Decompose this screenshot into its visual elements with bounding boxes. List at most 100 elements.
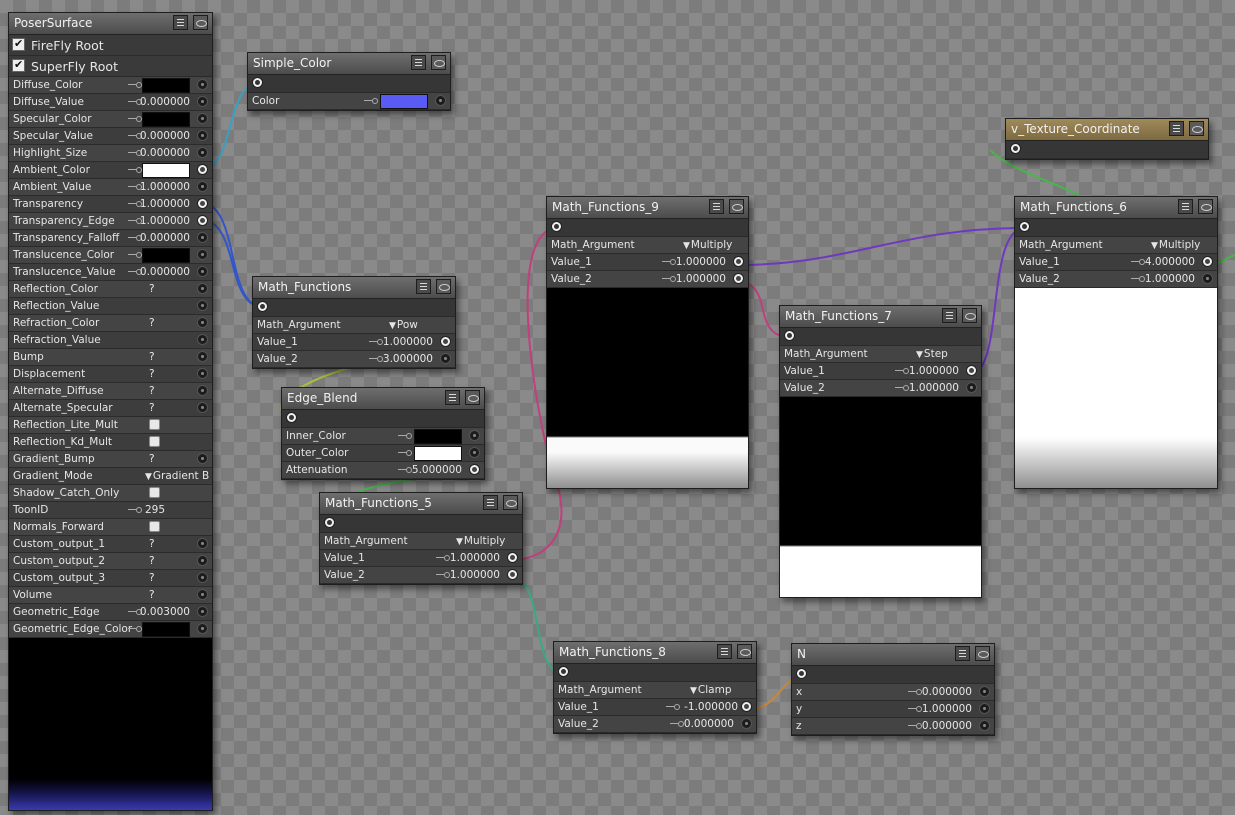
- surface-param-row[interactable]: Geometric_Edge_Color: [9, 621, 212, 638]
- surface-param-row[interactable]: Normals_Forward: [9, 519, 212, 536]
- key-icon[interactable]: [1131, 276, 1145, 282]
- output-socket-icon[interactable]: [1010, 143, 1021, 154]
- param-value[interactable]: 0.000000: [922, 720, 972, 732]
- input-socket-icon[interactable]: [435, 95, 446, 106]
- math-argument-dropdown[interactable]: Multiply: [1151, 239, 1200, 251]
- v-texture-coordinate-node[interactable]: v_Texture_Coordinate: [1005, 118, 1209, 160]
- param-row[interactable]: Inner_Color: [282, 428, 484, 445]
- preview-toggle-icon[interactable]: [1198, 199, 1213, 214]
- input-socket-icon[interactable]: [197, 402, 208, 413]
- color-swatch[interactable]: [142, 163, 190, 178]
- preview-toggle-icon[interactable]: [503, 495, 518, 510]
- key-icon[interactable]: [670, 721, 684, 727]
- checkbox[interactable]: [149, 521, 160, 532]
- input-socket-icon[interactable]: [469, 447, 480, 458]
- key-icon[interactable]: [662, 276, 676, 282]
- key-icon[interactable]: [908, 689, 922, 695]
- input-socket-connected-icon[interactable]: [966, 365, 977, 376]
- param-value[interactable]: -1.000000: [684, 701, 738, 713]
- node-menu-icon[interactable]: [955, 646, 970, 661]
- preview-toggle-icon[interactable]: [975, 646, 990, 661]
- math-argument-dropdown[interactable]: Pow: [389, 319, 418, 331]
- param-value[interactable]: 1.000000: [140, 198, 190, 210]
- color-swatch[interactable]: [142, 248, 190, 263]
- surface-param-row[interactable]: Gradient_Mode Gradient B: [9, 468, 212, 485]
- math-argument-row[interactable]: Math_Argument Pow: [253, 317, 455, 334]
- color-swatch[interactable]: [414, 446, 462, 461]
- surface-param-row[interactable]: Ambient_Value 1.000000: [9, 179, 212, 196]
- key-icon[interactable]: [128, 507, 142, 513]
- math-functions-title-bar[interactable]: Math_Functions: [253, 277, 455, 299]
- surface-param-row[interactable]: Translucence_Color: [9, 247, 212, 264]
- output-socket-icon[interactable]: [257, 301, 268, 312]
- input-socket-connected-icon[interactable]: [440, 336, 451, 347]
- surface-param-row[interactable]: Bump?: [9, 349, 212, 366]
- input-socket-connected-icon[interactable]: [197, 215, 208, 226]
- param-row[interactable]: Value_1 4.000000: [1015, 254, 1217, 271]
- surface-param-row[interactable]: Alternate_Specular?: [9, 400, 212, 417]
- input-socket-icon[interactable]: [197, 113, 208, 124]
- math-argument-row[interactable]: Math_Argument Multiply: [320, 533, 522, 550]
- input-socket-icon[interactable]: [1202, 273, 1213, 284]
- math-argument-dropdown[interactable]: Multiply: [456, 535, 505, 547]
- n-title-bar[interactable]: N: [792, 644, 994, 666]
- param-row[interactable]: Color: [248, 93, 450, 110]
- param-value[interactable]: 1.000000: [450, 552, 500, 564]
- color-swatch[interactable]: [414, 429, 462, 444]
- input-socket-icon[interactable]: [440, 353, 451, 364]
- surface-param-row[interactable]: ToonID 295: [9, 502, 212, 519]
- preview-toggle-icon[interactable]: [962, 308, 977, 323]
- input-socket-connected-icon[interactable]: [507, 569, 518, 580]
- n-node[interactable]: N x 0.000000 y 1.000000 z 0.000000: [791, 643, 995, 736]
- surface-param-row[interactable]: Refraction_Value: [9, 332, 212, 349]
- node-menu-icon[interactable]: [1169, 121, 1184, 136]
- preview-toggle-icon[interactable]: [729, 199, 744, 214]
- key-icon[interactable]: [128, 116, 142, 122]
- input-socket-icon[interactable]: [197, 623, 208, 634]
- param-value[interactable]: 5.000000: [412, 464, 462, 476]
- node-menu-icon[interactable]: [717, 644, 732, 659]
- math-functions-7-title-bar[interactable]: Math_Functions_7: [780, 306, 981, 328]
- param-value[interactable]: 1.000000: [909, 382, 959, 394]
- key-icon[interactable]: [908, 706, 922, 712]
- input-socket-connected-icon[interactable]: [507, 552, 518, 563]
- checkbox-icon[interactable]: [12, 37, 25, 51]
- node-menu-icon[interactable]: [173, 15, 188, 30]
- input-socket-connected-icon[interactable]: [197, 164, 208, 175]
- param-value[interactable]: 1.000000: [450, 569, 500, 581]
- param-value[interactable]: 0.000000: [922, 686, 972, 698]
- input-socket-icon[interactable]: [197, 453, 208, 464]
- param-row[interactable]: Value_1 -1.000000: [554, 699, 756, 716]
- param-row[interactable]: y 1.000000: [792, 701, 994, 718]
- math-functions-6-title-bar[interactable]: Math_Functions_6: [1015, 197, 1217, 219]
- surface-param-row[interactable]: Custom_output_3?: [9, 570, 212, 587]
- key-icon[interactable]: [398, 433, 412, 439]
- param-value[interactable]: 1.000000: [909, 365, 959, 377]
- param-value[interactable]: 0.000000: [140, 130, 190, 142]
- math-functions-8-title-bar[interactable]: Math_Functions_8: [554, 642, 756, 664]
- surface-param-row[interactable]: Diffuse_Color: [9, 77, 212, 94]
- key-icon[interactable]: [1131, 259, 1145, 265]
- math-argument-row[interactable]: Math_Argument Step: [780, 346, 981, 363]
- color-swatch[interactable]: [142, 622, 190, 637]
- input-socket-icon[interactable]: [197, 606, 208, 617]
- param-row[interactable]: Value_2 1.000000: [1015, 271, 1217, 288]
- key-icon[interactable]: [128, 82, 142, 88]
- surface-param-row[interactable]: Volume?: [9, 587, 212, 604]
- simple-color-title-bar[interactable]: Simple_Color: [248, 53, 450, 75]
- input-socket-connected-icon[interactable]: [733, 256, 744, 267]
- input-socket-icon[interactable]: [197, 555, 208, 566]
- surface-param-row[interactable]: Alternate_Diffuse?: [9, 383, 212, 400]
- param-row[interactable]: z 0.000000: [792, 718, 994, 735]
- color-swatch[interactable]: [380, 94, 428, 109]
- param-value[interactable]: 0.000000: [684, 718, 734, 730]
- output-socket-icon[interactable]: [784, 330, 795, 341]
- input-socket-icon[interactable]: [197, 300, 208, 311]
- input-socket-icon[interactable]: [197, 538, 208, 549]
- param-row[interactable]: Attenuation 5.000000: [282, 462, 484, 479]
- math-argument-row[interactable]: Math_Argument Clamp: [554, 682, 756, 699]
- input-socket-icon[interactable]: [197, 249, 208, 260]
- input-socket-icon[interactable]: [197, 351, 208, 362]
- param-value[interactable]: 0.003000: [140, 606, 190, 618]
- surface-param-row[interactable]: Geometric_Edge 0.003000: [9, 604, 212, 621]
